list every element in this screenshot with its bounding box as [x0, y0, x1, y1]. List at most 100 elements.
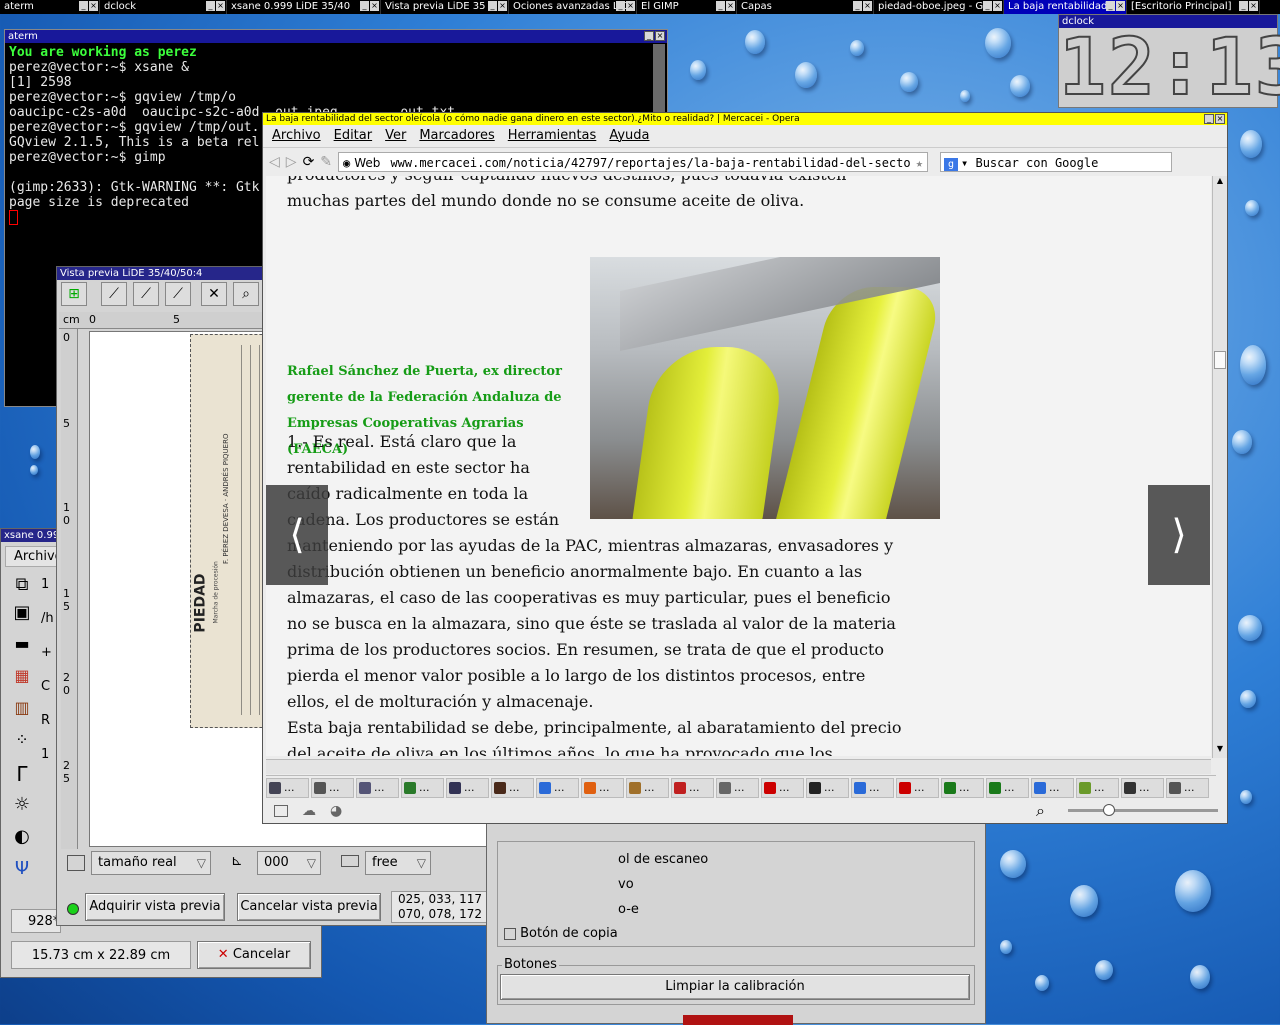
browser-tab[interactable]: ... — [536, 778, 579, 798]
scroll-down-icon[interactable]: ▼ — [1213, 744, 1227, 758]
opera-window[interactable]: La baja rentabilidad del sector oleícola… — [262, 112, 1228, 824]
prev-arrow-button[interactable]: ⟨ — [266, 485, 328, 585]
zoom-slider-handle[interactable] — [1103, 804, 1115, 816]
taskbar-item[interactable]: Ociones avanzadas LiD _ × — [509, 0, 637, 14]
zoom-icon[interactable]: ⌕ — [1036, 801, 1045, 821]
save-icon[interactable]: ▣ — [7, 602, 37, 634]
search-dropdown-icon[interactable]: ▾ — [961, 156, 975, 170]
minimize-icon[interactable]: _ — [1106, 1, 1115, 11]
browser-tab[interactable]: ... — [1166, 778, 1209, 798]
close-icon[interactable]: × — [626, 1, 635, 11]
select-area-icon[interactable]: ⊞ — [61, 282, 87, 306]
checkbox[interactable] — [504, 927, 516, 940]
copy-button-option[interactable]: Botón de copia — [504, 926, 618, 941]
page-content[interactable]: productores y seguir captando nuevos des… — [266, 176, 1211, 756]
menu-ayuda[interactable]: Ayuda — [609, 125, 649, 147]
browser-tab[interactable]: ... — [1121, 778, 1164, 798]
minimize-icon[interactable]: _ — [616, 1, 625, 11]
opera-titlebar[interactable]: La baja rentabilidad del sector oleícola… — [263, 113, 1227, 125]
search-field[interactable]: g ▾ Buscar con Google — [940, 152, 1173, 172]
taskbar-item[interactable]: piedad-oboe.jpeg - G _ × — [874, 0, 1004, 14]
cloud-icon[interactable]: ☁ — [302, 803, 316, 819]
film-icon[interactable]: ▥ — [7, 698, 37, 730]
taskbar-item[interactable]: [Escritorio Principal] _ × — [1127, 0, 1260, 14]
copy-icon[interactable]: ⧉ — [7, 574, 37, 602]
pipette-gray-icon[interactable]: ⟋ — [133, 282, 159, 306]
browser-tab[interactable]: ... — [716, 778, 759, 798]
scanner-icon[interactable]: ▬ — [7, 634, 37, 666]
panel-toggle-icon[interactable] — [274, 805, 288, 817]
speed-dial-icon[interactable]: ◕ — [330, 803, 342, 819]
close-icon[interactable]: × — [726, 1, 735, 11]
taskbar-item[interactable]: xsane 0.999 LiDE 35/40 _ × — [227, 0, 381, 14]
menu-ver[interactable]: Ver — [385, 125, 406, 147]
browser-tab[interactable]: ... — [941, 778, 984, 798]
close-icon[interactable]: × — [655, 31, 665, 41]
contrast-icon[interactable]: ◐ — [7, 826, 37, 858]
rotation-combo[interactable]: 000 — [257, 851, 321, 875]
close-icon[interactable]: × — [993, 1, 1002, 11]
close-icon[interactable]: × — [498, 1, 507, 11]
browser-tab[interactable]: ... — [356, 778, 399, 798]
edit-icon[interactable]: ✎ — [320, 154, 332, 170]
browser-tab[interactable]: ... — [1076, 778, 1119, 798]
minimize-icon[interactable]: _ — [1204, 114, 1214, 124]
dots-icon[interactable]: ⁘ — [7, 730, 37, 762]
next-arrow-button[interactable]: ⟩ — [1148, 485, 1210, 585]
back-icon[interactable]: ◁ — [269, 154, 280, 170]
brightness-icon[interactable]: ☼ — [7, 794, 37, 826]
autoselect-icon[interactable]: ✕ — [201, 282, 227, 306]
pipette-white-icon[interactable]: ⟋ — [165, 282, 191, 306]
minimize-icon[interactable]: _ — [206, 1, 215, 11]
browser-tab[interactable]: ... — [761, 778, 804, 798]
bookmark-star-icon[interactable]: ★ — [915, 153, 924, 171]
taskbar-item[interactable]: La baja rentabilidad _ × — [1004, 0, 1127, 14]
close-icon[interactable]: × — [1249, 1, 1258, 11]
menu-herramientas[interactable]: Herramientas — [508, 125, 597, 147]
close-icon[interactable]: × — [370, 1, 379, 11]
color-icon[interactable]: ▦ — [7, 666, 37, 698]
browser-tab[interactable]: ... — [491, 778, 534, 798]
histogram-icon[interactable]: Ψ — [7, 858, 37, 890]
dclock-window[interactable]: dclock 12:13 — [1058, 14, 1280, 109]
horizontal-scrollbar[interactable] — [266, 759, 1211, 774]
browser-tab[interactable]: ... — [311, 778, 354, 798]
zoom-icon[interactable]: ⌕ — [233, 282, 259, 306]
minimize-icon[interactable]: _ — [488, 1, 497, 11]
minimize-icon[interactable]: _ — [983, 1, 992, 11]
browser-tab[interactable]: ... — [1031, 778, 1074, 798]
taskbar-item[interactable]: aterm _ × — [0, 0, 100, 14]
taskbar-item[interactable]: Vista previa LiDE 35 _ × — [381, 0, 509, 14]
menu-archivo[interactable]: Archivo — [272, 125, 321, 147]
browser-tab[interactable]: ... — [581, 778, 624, 798]
acquire-preview-button[interactable]: Adquirir vista previa — [85, 893, 225, 921]
taskbar-item[interactable]: El GIMP _ × — [637, 0, 737, 14]
browser-tab[interactable]: ... — [806, 778, 849, 798]
taskbar-item[interactable]: dclock _ × — [100, 0, 227, 14]
aterm-titlebar[interactable]: aterm _ × — [5, 30, 667, 43]
zoom-combo[interactable]: tamaño real — [91, 851, 211, 875]
address-bar[interactable]: ◉ Web www.mercacei.com/noticia/42797/repor… — [338, 152, 929, 172]
dclock-titlebar[interactable]: dclock — [1059, 15, 1277, 28]
close-icon[interactable]: × — [89, 1, 98, 11]
scan-options-window[interactable]: ol de escaneo vo o-e Botón de copia Boto… — [486, 820, 986, 1025]
menu-marcadores[interactable]: Marcadores — [419, 125, 494, 147]
browser-tab[interactable]: ... — [446, 778, 489, 798]
menu-editar[interactable]: Editar — [334, 125, 373, 147]
aspect-ratio-combo[interactable]: free — [365, 851, 431, 875]
minimize-icon[interactable]: _ — [79, 1, 88, 11]
forward-icon[interactable]: ▷ — [286, 154, 297, 170]
browser-tab[interactable]: ... — [671, 778, 714, 798]
gamma-icon[interactable]: Γ — [7, 762, 37, 794]
scroll-up-icon[interactable]: ▲ — [1213, 176, 1227, 190]
minimize-icon[interactable]: _ — [360, 1, 369, 11]
taskbar-item[interactable]: Capas _ × — [737, 0, 874, 14]
cancel-preview-button[interactable]: Cancelar vista previa — [237, 893, 381, 921]
pipette-black-icon[interactable]: ⟋ — [101, 282, 127, 306]
browser-tab[interactable]: ... — [851, 778, 894, 798]
close-icon[interactable]: × — [863, 1, 872, 11]
zoom-slider[interactable] — [1068, 804, 1218, 816]
reload-icon[interactable]: ⟳ — [303, 154, 315, 170]
browser-tab[interactable]: ... — [986, 778, 1029, 798]
browser-tab[interactable]: ... — [626, 778, 669, 798]
